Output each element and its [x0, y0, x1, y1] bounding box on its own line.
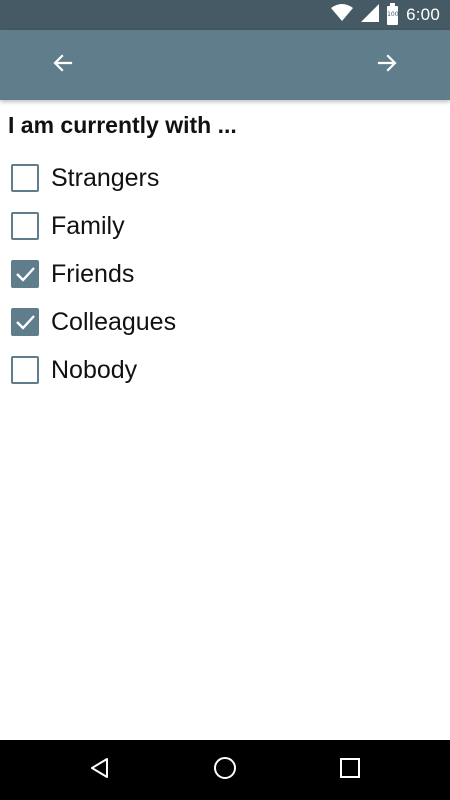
arrow-left-icon: [51, 51, 75, 80]
system-recents-button[interactable]: [330, 750, 370, 790]
option-label: Friends: [51, 259, 135, 288]
screen: 100 6:00 I am currently with ... Strange…: [0, 0, 450, 800]
status-time: 6:00: [406, 5, 440, 24]
battery-icon: 100: [387, 2, 399, 25]
checkbox[interactable]: [11, 212, 39, 240]
question-title: I am currently with ...: [8, 112, 237, 138]
option-strangers[interactable]: Strangers: [0, 154, 450, 202]
option-label: Family: [51, 211, 125, 240]
check-icon: [16, 267, 35, 282]
check-icon: [16, 315, 35, 330]
wifi-icon: [331, 3, 354, 27]
status-icons: 100 6:00: [331, 0, 440, 30]
option-family[interactable]: Family: [0, 202, 450, 250]
option-friends[interactable]: Friends: [0, 250, 450, 298]
system-nav-bar: [0, 740, 450, 800]
battery-label: 100: [387, 10, 399, 18]
back-triangle-icon: [88, 756, 112, 785]
forward-button[interactable]: [364, 42, 410, 88]
system-back-button[interactable]: [80, 750, 120, 790]
checkbox[interactable]: [11, 260, 39, 288]
checkbox[interactable]: [11, 356, 39, 384]
cell-signal-icon: [361, 3, 380, 27]
home-circle-icon: [212, 755, 238, 786]
checkbox[interactable]: [11, 308, 39, 336]
options-list: Strangers Family Friends Colleagues Nobo…: [0, 154, 450, 394]
toolbar: [0, 30, 450, 100]
back-button[interactable]: [40, 42, 86, 88]
checkbox[interactable]: [11, 164, 39, 192]
option-colleagues[interactable]: Colleagues: [0, 298, 450, 346]
recents-square-icon: [339, 757, 361, 784]
arrow-right-icon: [375, 51, 399, 80]
system-home-button[interactable]: [205, 750, 245, 790]
option-label: Colleagues: [51, 307, 177, 336]
option-nobody[interactable]: Nobody: [0, 346, 450, 394]
option-label: Strangers: [51, 163, 160, 192]
status-bar: 100 6:00: [0, 0, 450, 30]
option-label: Nobody: [51, 355, 138, 384]
